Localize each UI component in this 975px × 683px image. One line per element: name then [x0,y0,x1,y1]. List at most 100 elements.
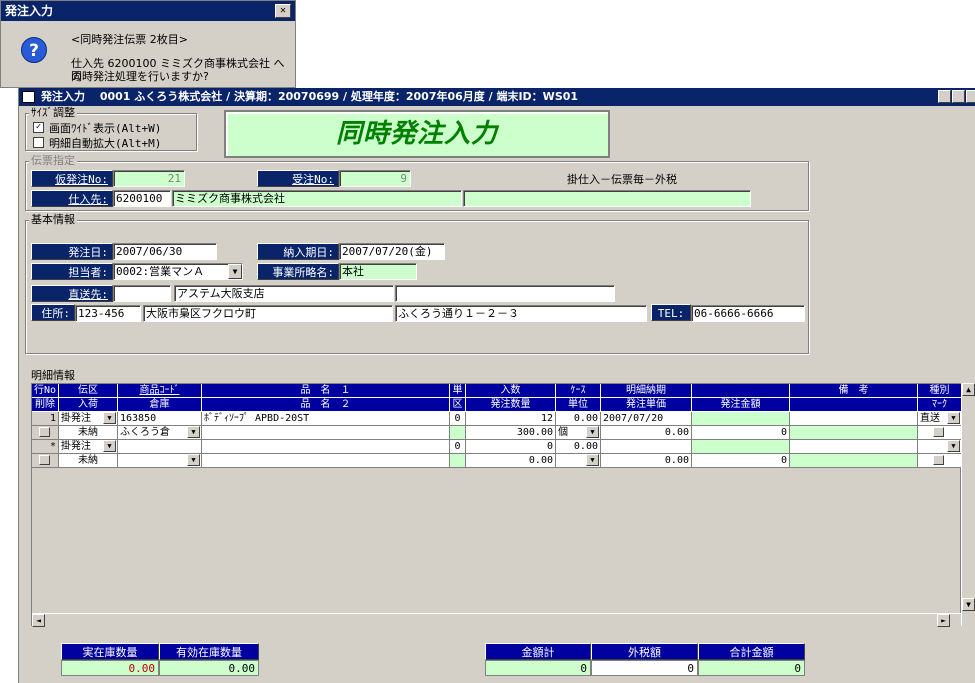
row1-name1[interactable]: ﾎﾞﾃﾞｨｿｰﾌﾟ APBD-20ST [202,412,450,426]
row2-note[interactable] [790,440,918,454]
delivery-date-field[interactable]: 2007/07/20(金) [339,243,445,260]
available-stock-value: 0.00 [159,660,259,676]
row1-order-qty[interactable]: 300.00 [466,426,556,440]
mark-toggle-icon[interactable] [933,427,944,437]
col-header-kbn: 区 [450,398,466,412]
row2-order-qty[interactable]: 0.00 [466,454,556,468]
row2-unit-select[interactable]: ▼ [556,454,601,468]
row1-qty-in[interactable]: 12 [466,412,556,426]
row2-price[interactable]: 0.00 [601,454,692,468]
row2-due[interactable] [601,440,692,454]
horizontal-scrollbar[interactable]: ◄ ► [32,613,962,627]
dialog-close-button[interactable]: ✕ [275,4,291,18]
supplier-name-field[interactable]: ミミズク商事株式会社 [172,190,462,207]
chevron-down-icon[interactable]: ▼ [947,440,960,452]
row2-type-select[interactable]: 掛発注 ▼ [59,440,118,454]
row1-type-select[interactable]: 掛発注 ▼ [59,412,118,426]
col-header-product-code[interactable]: 商品ｺｰﾄﾞ [118,384,202,398]
chevron-down-icon[interactable]: ▼ [947,412,960,424]
delete-toggle-icon[interactable] [39,427,50,437]
row1-warehouse-select[interactable]: ふくろう倉 ▼ [118,426,202,440]
auto-expand-label: 明細自動拡大(Alt+M) [49,137,162,150]
delivery-date-label: 納入期日: [257,243,339,260]
sales-order-no-label[interactable]: 受注No: [257,170,339,187]
close-window-button[interactable] [966,90,975,103]
col-header-unit-kbn: 単 [450,384,466,398]
auto-expand-checkbox[interactable] [33,137,44,148]
chevron-down-icon[interactable]: ▼ [103,440,116,452]
row2-unit-kbn[interactable]: 0 [450,440,466,454]
scroll-left-icon[interactable]: ◄ [32,614,45,627]
stock-qty-value: 0.00 [61,660,159,676]
office-field[interactable]: 本社 [339,263,417,280]
direct-ship-extra-field[interactable] [395,285,615,302]
scroll-up-icon[interactable]: ▲ [962,383,975,396]
col-header-blank [692,384,790,398]
mark-toggle-icon[interactable] [933,455,944,465]
chevron-down-icon[interactable]: ▼ [586,426,599,438]
row1-delete[interactable] [32,426,59,440]
wide-display-checkbox[interactable]: ✓ [33,122,44,133]
detail-info-label: 明細情報 [29,369,77,382]
total-label: 合計金額 [698,643,805,660]
row1-kind: 直送 [920,413,940,424]
chevron-down-icon[interactable]: ▼ [187,454,200,466]
row2-qty-in[interactable]: 0 [466,440,556,454]
row1-note[interactable] [790,412,918,426]
direct-ship-name-field[interactable]: アステム大阪支店 [174,285,394,302]
chevron-down-icon[interactable]: ▼ [228,264,242,279]
row2-name1[interactable] [202,440,450,454]
sales-order-no-field[interactable]: 9 [339,170,411,187]
row2-mark[interactable] [918,454,962,468]
row1-unit-select[interactable]: 個 ▼ [556,426,601,440]
row2-warehouse-select[interactable]: ▼ [118,454,202,468]
row2-code[interactable] [118,440,202,454]
col-header-mark: ﾏｰｸ [918,398,962,412]
delete-toggle-icon[interactable] [39,455,50,465]
address2-field[interactable]: ふくろう通り１－２－３ [395,305,647,322]
chevron-down-icon[interactable]: ▼ [187,426,200,438]
scroll-down-icon[interactable]: ▼ [962,598,975,611]
tel-field[interactable]: 06-6666-6666 [691,305,805,322]
temp-order-no-field[interactable]: 21 [113,170,185,187]
order-date-field[interactable]: 2007/06/30 [113,243,217,260]
window-title: 発注入力 0001 ふくろう株式会社 / 決算期：20070699 / 処理年度… [19,88,975,106]
size-adjust-label: ｻｲｽﾞ調整 [29,106,77,119]
scroll-right-icon[interactable]: ► [937,614,950,627]
chevron-down-icon[interactable]: ▼ [103,412,116,424]
row2-delete[interactable] [32,454,59,468]
total-value: 0 [698,660,805,676]
vertical-scrollbar[interactable]: ▲ ▼ [961,383,975,626]
row1-mark[interactable] [918,426,962,440]
col-header-arrival: 入荷 [59,398,118,412]
col-header-kind: 種別 [918,384,962,398]
row2-name2[interactable] [202,454,450,468]
chevron-down-icon[interactable]: ▼ [586,454,599,466]
row1-kind-select[interactable]: 直送 ▼ [918,412,962,426]
address1-field[interactable]: 大阪市梟区フクロウ町 [143,305,393,322]
row1-name2[interactable] [202,426,450,440]
row2-case[interactable]: 0.00 [556,440,601,454]
zip-field[interactable]: 123-456 [75,305,141,322]
direct-ship-code-field[interactable] [113,285,171,302]
slip-group-label: 伝票指定 [29,154,77,167]
supplier-label[interactable]: 仕入先: [31,190,113,207]
slip-type-text: 掛仕入－伝票毎－外税 [567,173,677,186]
row1-code[interactable]: 163850 [118,412,202,426]
minimize-button[interactable] [938,90,951,103]
maximize-button[interactable] [952,90,965,103]
row1-unit-kbn[interactable]: 0 [450,412,466,426]
row1-price[interactable]: 0.00 [601,426,692,440]
row1-amount: 0 [692,426,790,440]
staff-value: 0002:営業マンＡ [116,265,205,278]
supplier-code-field[interactable]: 6200100 [113,190,171,207]
row2-kind-select[interactable]: ▼ [918,440,962,454]
row1-blank [692,412,790,426]
supplier-extra-field[interactable] [463,190,751,207]
staff-select[interactable]: 0002:営業マンＡ ▼ [113,263,243,280]
direct-ship-label[interactable]: 直送先: [31,285,113,302]
tax-label: 外税額 [591,643,698,660]
row1-due[interactable]: 2007/07/20 [601,412,692,426]
temp-order-no-label[interactable]: 仮発注No: [31,170,113,187]
row1-case[interactable]: 0.00 [556,412,601,426]
